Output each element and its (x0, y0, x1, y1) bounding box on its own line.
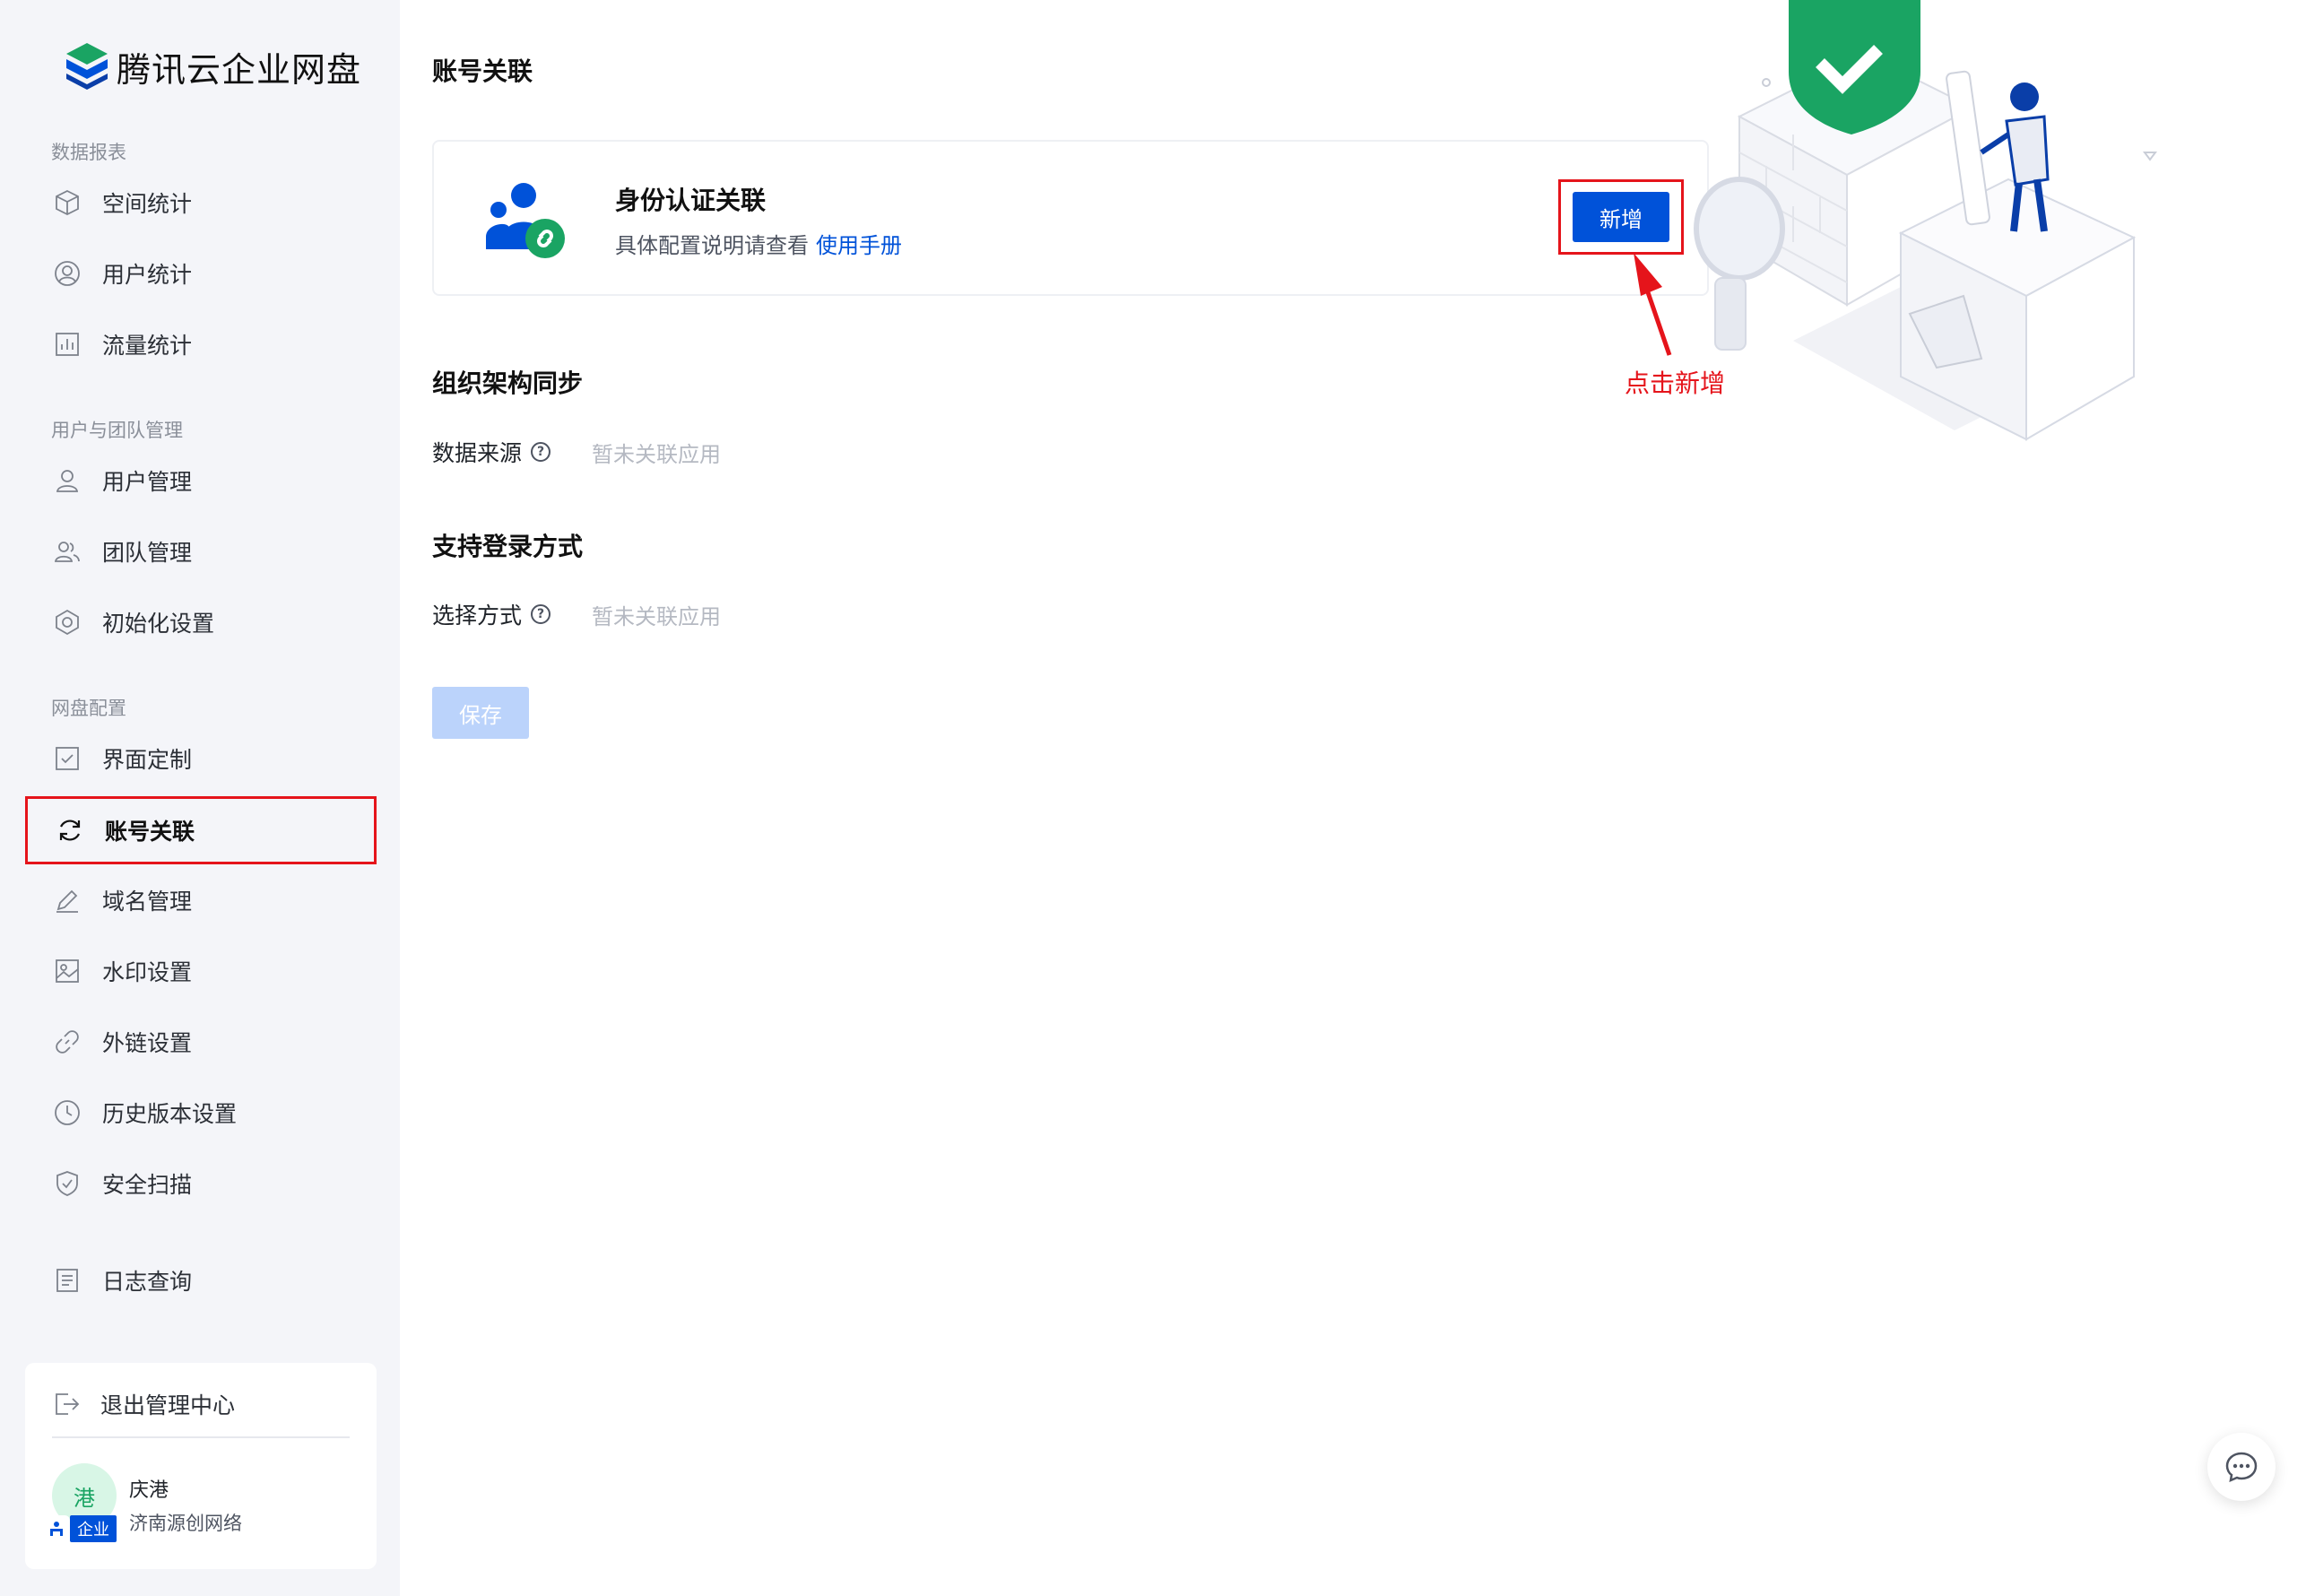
sidebar-item-traffic-stats[interactable]: 流量统计 (25, 310, 377, 378)
page-title: 账号关联 (432, 56, 533, 86)
exit-label: 退出管理中心 (100, 1392, 236, 1418)
enterprise-tag: 企业 (70, 1515, 117, 1542)
edit-icon (52, 885, 82, 915)
cube-icon (52, 187, 82, 218)
sidebar-item-user-management[interactable]: 用户管理 (25, 447, 377, 515)
description-text: 具体配置说明请查看 (615, 233, 809, 258)
exit-admin-button[interactable]: 退出管理中心 (52, 1383, 235, 1426)
brand-logo[interactable]: 腾讯云企业网盘 (65, 39, 361, 93)
sidebar-item-label: 流量统计 (102, 333, 193, 359)
login-method-row: 选择方式 ? 暂未关联应用 (432, 598, 721, 630)
sidebar-item-ui-customization[interactable]: 界面定制 (25, 724, 377, 793)
sidebar-item-init-settings[interactable]: 初始化设置 (25, 588, 377, 656)
image-icon (52, 956, 82, 986)
help-icon[interactable]: ? (531, 604, 551, 624)
sidebar: 腾讯云企业网盘 数据报表 空间统计 用户统计 流量统计 用户与团队管理 用户管理… (0, 0, 400, 1596)
hexagon-settings-icon (52, 607, 82, 638)
link-icon (52, 1027, 82, 1057)
clock-icon (52, 1097, 82, 1128)
identity-link-icon (486, 183, 565, 258)
data-source-value: 暂未关联应用 (592, 441, 722, 467)
org-sync-title: 组织架构同步 (432, 369, 584, 398)
check-square-icon (52, 743, 82, 774)
sidebar-item-label: 安全扫描 (102, 1172, 193, 1198)
sidebar-item-log-query[interactable]: 日志查询 (25, 1246, 377, 1314)
user-circle-icon (52, 258, 82, 289)
callout-arrow-icon (1634, 253, 1672, 356)
sidebar-item-label: 用户统计 (102, 262, 193, 288)
login-method-value: 暂未关联应用 (592, 603, 722, 629)
data-source-row: 数据来源 ? 暂未关联应用 (432, 436, 721, 468)
user-icon (52, 465, 82, 496)
identity-card-title: 身份认证关联 (615, 186, 767, 215)
sidebar-item-account-linking[interactable]: 账号关联 (25, 796, 377, 864)
login-methods-title: 支持登录方式 (432, 532, 584, 561)
enterprise-badge: 企业 (43, 1515, 117, 1542)
document-list-icon (52, 1265, 82, 1296)
org-icon (43, 1515, 70, 1542)
sidebar-item-user-stats[interactable]: 用户统计 (25, 239, 377, 308)
sidebar-item-label: 账号关联 (105, 819, 195, 845)
shield-check-icon (52, 1168, 82, 1199)
sidebar-item-label: 日志查询 (102, 1269, 193, 1295)
sidebar-item-security-scan[interactable]: 安全扫描 (25, 1149, 377, 1218)
sidebar-item-space-stats[interactable]: 空间统计 (25, 169, 377, 237)
sidebar-item-version-history[interactable]: 历史版本设置 (25, 1079, 377, 1147)
section-title-drive-config: 网盘配置 (51, 698, 126, 719)
data-source-label: 数据来源 (432, 440, 523, 466)
sidebar-item-label: 界面定制 (102, 747, 193, 773)
brand-name: 腾讯云企业网盘 (117, 49, 362, 90)
organization-name: 济南源创网络 (129, 1513, 242, 1534)
sidebar-item-domain-management[interactable]: 域名管理 (25, 866, 377, 934)
section-title-users-teams: 用户与团队管理 (51, 420, 183, 441)
save-button[interactable]: 保存 (432, 687, 529, 739)
chat-bubble-icon (2225, 1452, 2258, 1483)
sync-icon (55, 815, 85, 846)
identity-card-description: 具体配置说明请查看 使用手册 (615, 228, 902, 259)
sidebar-item-label: 初始化设置 (102, 611, 215, 637)
team-icon (52, 536, 82, 567)
account-card: 退出管理中心 港 企业 庆港 济南源创网络 (25, 1363, 377, 1569)
sidebar-item-label: 用户管理 (102, 469, 193, 495)
sidebar-item-external-link[interactable]: 外链设置 (25, 1008, 377, 1076)
sidebar-item-label: 历史版本设置 (102, 1101, 238, 1127)
sidebar-item-label: 水印设置 (102, 959, 193, 985)
exit-icon (56, 1393, 80, 1415)
identity-auth-card: 身份认证关联 具体配置说明请查看 使用手册 新增 (432, 140, 1709, 296)
help-icon[interactable]: ? (531, 442, 551, 462)
sidebar-item-label: 团队管理 (102, 540, 193, 566)
add-button[interactable]: 新增 (1573, 192, 1669, 242)
logo-icon (66, 43, 108, 90)
chat-support-button[interactable] (2207, 1433, 2276, 1501)
sidebar-item-label: 空间统计 (102, 191, 193, 217)
sidebar-item-label: 外链设置 (102, 1030, 193, 1056)
login-method-label: 选择方式 (432, 603, 523, 629)
sidebar-item-team-management[interactable]: 团队管理 (25, 517, 377, 585)
section-title-reports: 数据报表 (51, 142, 126, 163)
divider (52, 1436, 350, 1438)
security-illustration (1694, 0, 2157, 441)
bar-chart-icon (52, 329, 82, 360)
user-name: 庆港 (129, 1479, 169, 1502)
user-manual-link[interactable]: 使用手册 (816, 233, 902, 258)
sidebar-item-watermark[interactable]: 水印设置 (25, 937, 377, 1005)
sidebar-item-label: 域名管理 (102, 889, 193, 915)
